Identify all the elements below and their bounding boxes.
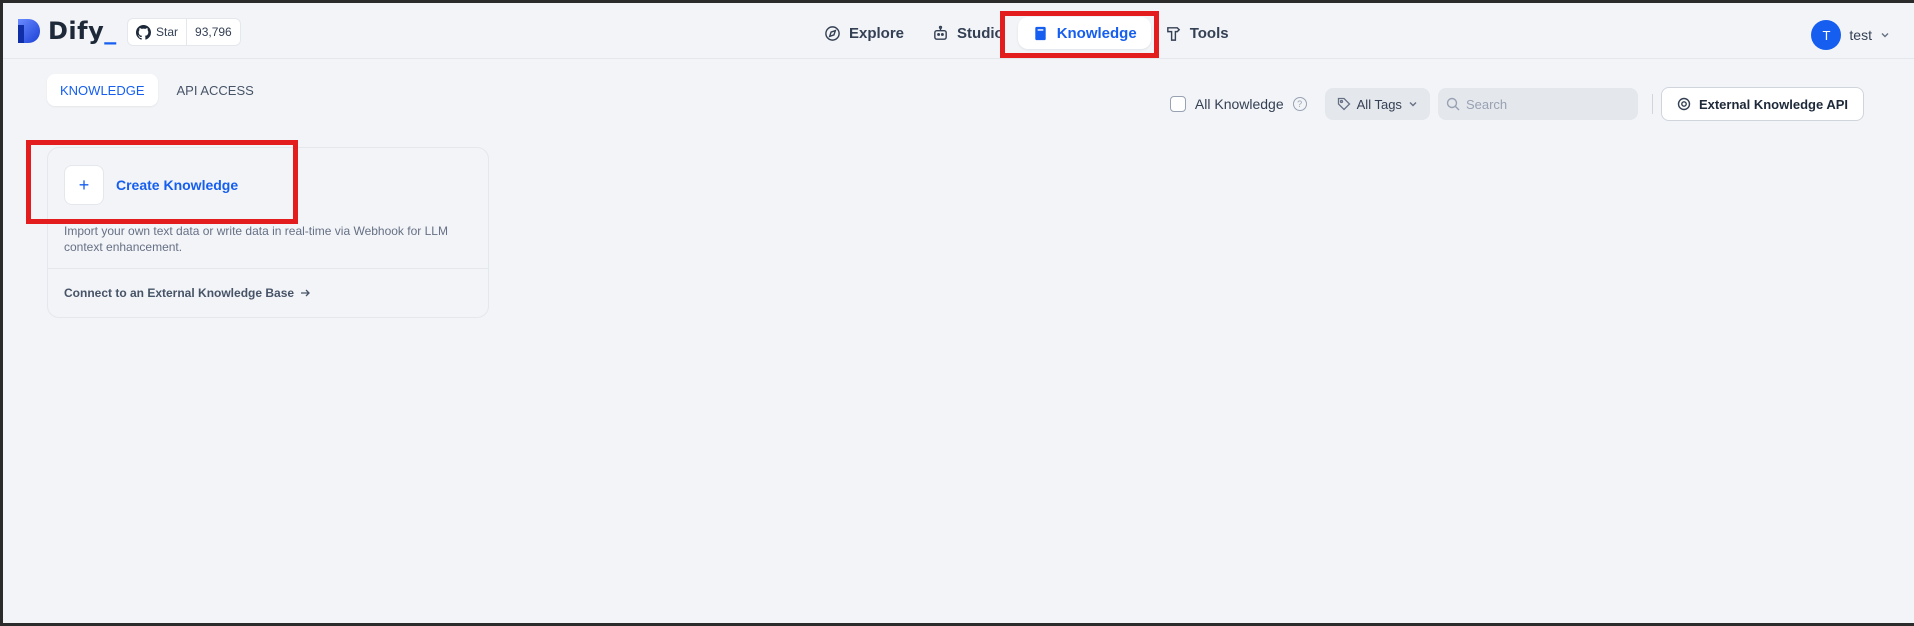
nav-studio-label: Studio <box>957 24 1004 42</box>
tag-icon <box>1337 97 1351 111</box>
highlight-create-knowledge <box>26 140 298 224</box>
chevron-down-icon <box>1409 102 1417 107</box>
github-icon <box>136 24 151 40</box>
github-star-button[interactable]: Star <box>128 19 188 45</box>
avatar[interactable]: T <box>1811 20 1842 50</box>
github-star-widget[interactable]: Star 93,796 <box>127 18 241 46</box>
tags-filter-button[interactable]: All Tags <box>1324 88 1430 120</box>
top-header: Dify_ Star 93,796 Explore Studio Knowled… <box>0 3 1914 59</box>
tags-filter-label: All Tags <box>1356 96 1402 112</box>
all-knowledge-checkbox[interactable] <box>1169 96 1186 112</box>
dify-logo-icon <box>18 19 40 43</box>
dify-wordmark: Dify_ <box>48 17 117 45</box>
arrow-right-icon <box>301 289 310 297</box>
tab-api-access[interactable]: API ACCESS <box>164 74 267 106</box>
hammer-icon <box>1166 26 1180 41</box>
github-star-count[interactable]: 93,796 <box>187 19 240 45</box>
search-box[interactable] <box>1437 88 1638 120</box>
all-knowledge-label: All Knowledge <box>1194 96 1284 112</box>
compass-icon <box>825 25 840 41</box>
external-knowledge-api-button[interactable]: External Knowledge API <box>1660 87 1864 121</box>
nav-explore-label: Explore <box>849 24 905 42</box>
robot-icon <box>934 25 947 40</box>
knowledge-tabs: KNOWLEDGE API ACCESS <box>47 74 267 106</box>
connect-external-knowledge-link[interactable]: Connect to an External Knowledge Base <box>64 286 311 300</box>
tab-knowledge[interactable]: KNOWLEDGE <box>47 74 158 106</box>
nav-tools-label: Tools <box>1189 24 1229 42</box>
card-divider <box>48 268 488 269</box>
external-knowledge-api-label: External Knowledge API <box>1698 96 1848 112</box>
api-connection-icon <box>1677 97 1691 111</box>
search-icon <box>1446 97 1460 111</box>
search-input[interactable] <box>1465 96 1626 112</box>
user-menu[interactable]: T test <box>1811 20 1890 50</box>
highlight-knowledge-nav <box>1000 11 1159 58</box>
help-icon[interactable]: ? <box>1292 97 1307 111</box>
all-knowledge-filter[interactable]: All Knowledge ? <box>1169 96 1307 112</box>
chevron-down-icon <box>1881 33 1889 38</box>
dify-logo[interactable]: Dify_ <box>16 17 117 45</box>
user-name: test <box>1849 27 1872 43</box>
connect-external-label: Connect to an External Knowledge Base <box>64 286 295 300</box>
toolbar-divider <box>1651 94 1653 114</box>
nav-tools[interactable]: Tools <box>1151 17 1243 49</box>
nav-explore[interactable]: Explore <box>810 17 918 49</box>
knowledge-toolbar: All Knowledge ? All Tags External Knowle… <box>1169 87 1864 121</box>
create-knowledge-description: Import your own text data or write data … <box>64 224 448 254</box>
github-star-label: Star <box>156 25 179 39</box>
